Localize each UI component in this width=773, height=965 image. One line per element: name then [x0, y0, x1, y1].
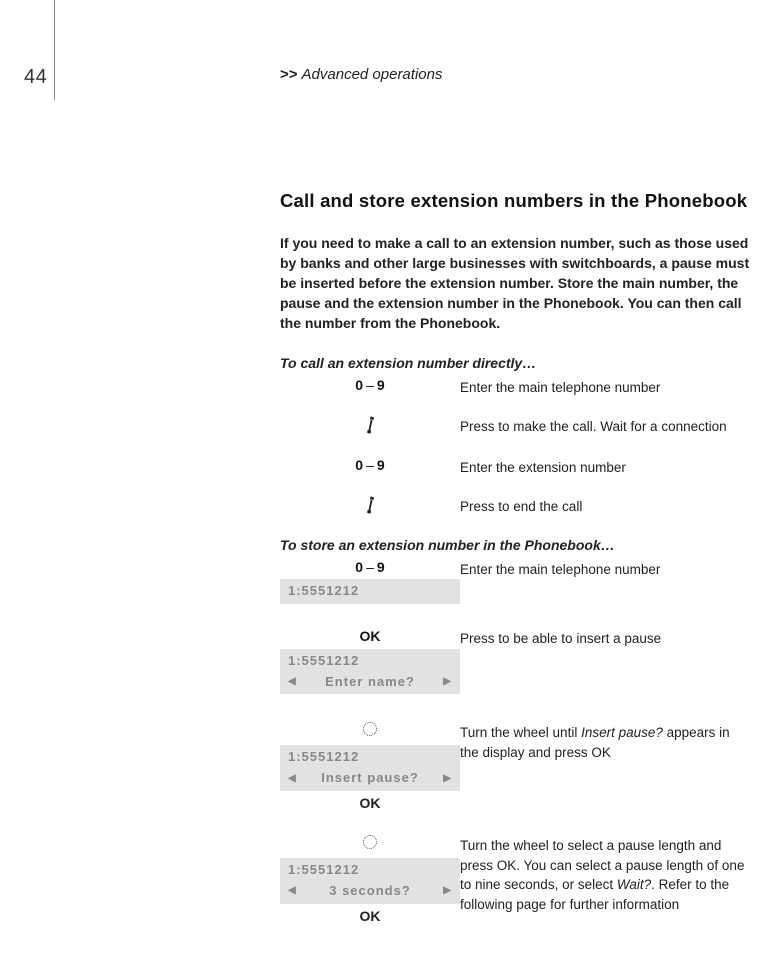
triangle-right-icon: ▶ [443, 674, 452, 690]
section2-title: To store an extension number in the Phon… [280, 537, 750, 553]
step-key: 0–9 [280, 457, 460, 478]
desc-text: Turn the wheel until [460, 725, 581, 740]
triangle-left-icon: ◀ [288, 674, 297, 690]
key-digit: 0 [355, 559, 363, 575]
triangle-left-icon: ◀ [288, 883, 297, 899]
page: 44 >>Advanced operations Call and store … [0, 0, 773, 965]
key-digit: 9 [377, 559, 385, 575]
phone-icon [361, 494, 379, 519]
desc-italic: Insert pause? [581, 725, 663, 740]
ok-label: OK [280, 908, 460, 924]
desc-italic: Wait? [617, 877, 651, 892]
step-desc: Press to be able to insert a pause [460, 628, 750, 694]
step-key [280, 416, 460, 439]
lcd-line2: Enter name? [325, 672, 415, 693]
step-row: 0–9 Enter the extension number [280, 457, 750, 478]
lcd-line1: 1:5551212 [288, 581, 452, 602]
lcd-display: 1:5551212 ◀ Enter name? ▶ [280, 649, 460, 695]
step-row: 1:5551212 ◀ 3 seconds? ▶ OK Turn the whe… [280, 835, 750, 924]
intro-paragraph: If you need to make a call to an extensi… [280, 234, 750, 333]
key-dash: – [366, 377, 374, 393]
key-digit: 9 [377, 377, 385, 393]
lcd-line1: 1:5551212 [288, 651, 452, 672]
triangle-left-icon: ◀ [288, 771, 297, 787]
step-row: Press to make the call. Wait for a conne… [280, 416, 750, 439]
step-key: 0–9 1:5551212 [280, 559, 460, 605]
triangle-right-icon: ▶ [443, 771, 452, 787]
content-area: Call and store extension numbers in the … [280, 190, 750, 924]
lcd-line1: 1:5551212 [288, 747, 452, 768]
lcd-display: 1:5551212 ◀ Insert pause? ▶ [280, 745, 460, 791]
key-digit: 0 [355, 377, 363, 393]
step-desc: Enter the extension number [460, 457, 750, 478]
lcd-display: 1:5551212 [280, 579, 460, 604]
step-key: 0–9 [280, 377, 460, 398]
lcd-line1: 1:5551212 [288, 860, 452, 881]
phone-icon [361, 415, 379, 440]
wheel-icon [363, 722, 377, 736]
step-desc: Enter the main telephone number [460, 559, 750, 605]
step-row: 0–9 1:5551212 Enter the main telephone n… [280, 559, 750, 605]
key-dash: – [366, 559, 374, 575]
key-digit: 0 [355, 457, 363, 473]
triangle-right-icon: ▶ [443, 883, 452, 899]
step-row: 0–9 Enter the main telephone number [280, 377, 750, 398]
key-digit: 9 [377, 457, 385, 473]
step-key [280, 496, 460, 519]
step-desc: Turn the wheel until Insert pause? appea… [460, 722, 750, 811]
key-dash: – [366, 457, 374, 473]
step-key: 1:5551212 ◀ Insert pause? ▶ OK [280, 722, 460, 811]
lcd-line2: 3 seconds? [329, 881, 411, 902]
step-row: OK 1:5551212 ◀ Enter name? ▶ Press to be… [280, 628, 750, 694]
wheel-icon [363, 835, 377, 849]
breadcrumb-label: Advanced operations [302, 66, 443, 83]
lcd-display: 1:5551212 ◀ 3 seconds? ▶ [280, 858, 460, 904]
step-desc: Turn the wheel to select a pause length … [460, 835, 750, 924]
ok-label: OK [280, 795, 460, 811]
step-desc: Press to make the call. Wait for a conne… [460, 416, 750, 439]
step-row: 1:5551212 ◀ Insert pause? ▶ OK Turn the … [280, 722, 750, 811]
margin-rule [54, 0, 55, 100]
step-key: OK 1:5551212 ◀ Enter name? ▶ [280, 628, 460, 694]
step-desc: Enter the main telephone number [460, 377, 750, 398]
page-title: Call and store extension numbers in the … [280, 190, 750, 212]
ok-label: OK [280, 628, 460, 645]
breadcrumb: >>Advanced operations [280, 66, 442, 83]
breadcrumb-chevrons: >> [280, 66, 298, 83]
lcd-line2: Insert pause? [321, 768, 419, 789]
step-key: 1:5551212 ◀ 3 seconds? ▶ OK [280, 835, 460, 924]
step-row: Press to end the call [280, 496, 750, 519]
step-desc: Press to end the call [460, 496, 750, 519]
section1-title: To call an extension number directly… [280, 355, 750, 371]
page-number: 44 [24, 66, 47, 89]
